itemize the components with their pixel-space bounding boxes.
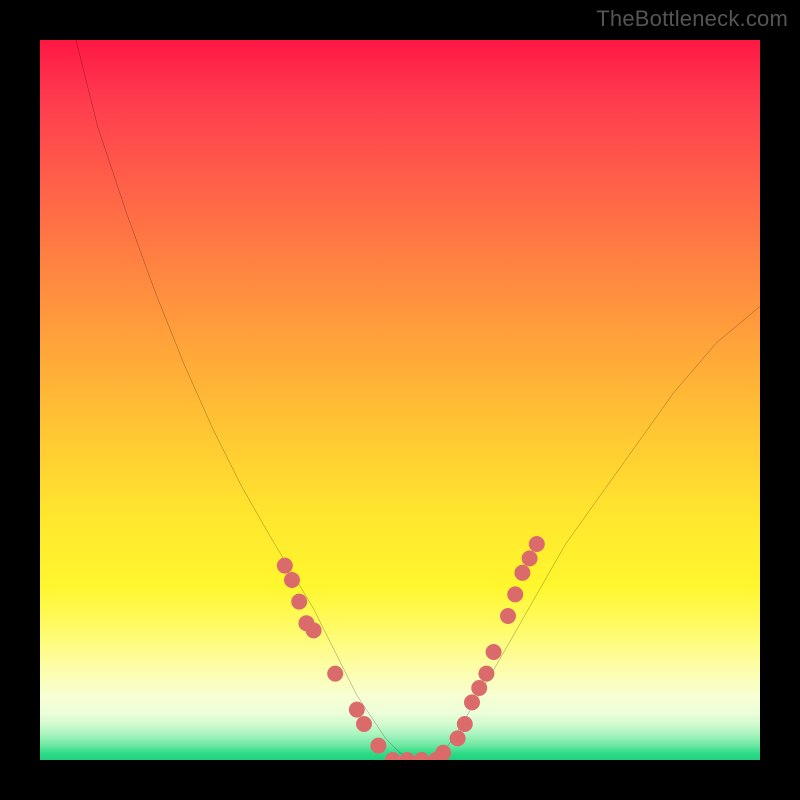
marker-dot [486,644,502,660]
marker-dot [349,702,365,718]
marker-dot [450,730,466,746]
plot-area [40,40,760,760]
marker-dot [457,716,473,732]
marker-dot [529,536,545,552]
marker-dot [514,565,530,581]
marker-dot [370,738,386,754]
marker-dots [40,40,760,760]
marker-dot [478,666,494,682]
marker-dot [471,680,487,696]
marker-dot [385,752,401,760]
marker-dot [399,752,415,760]
chart-container: TheBottleneck.com [0,0,800,800]
marker-dot [306,622,322,638]
marker-dot [284,572,300,588]
marker-dot [507,586,523,602]
marker-dot [500,608,516,624]
marker-dot [414,752,430,760]
marker-dot [291,594,307,610]
watermark-text: TheBottleneck.com [596,6,788,32]
marker-dot [522,550,538,566]
marker-dot [464,694,480,710]
marker-dot [327,666,343,682]
marker-dot [435,745,451,760]
marker-dot [277,558,293,574]
marker-dot [356,716,372,732]
